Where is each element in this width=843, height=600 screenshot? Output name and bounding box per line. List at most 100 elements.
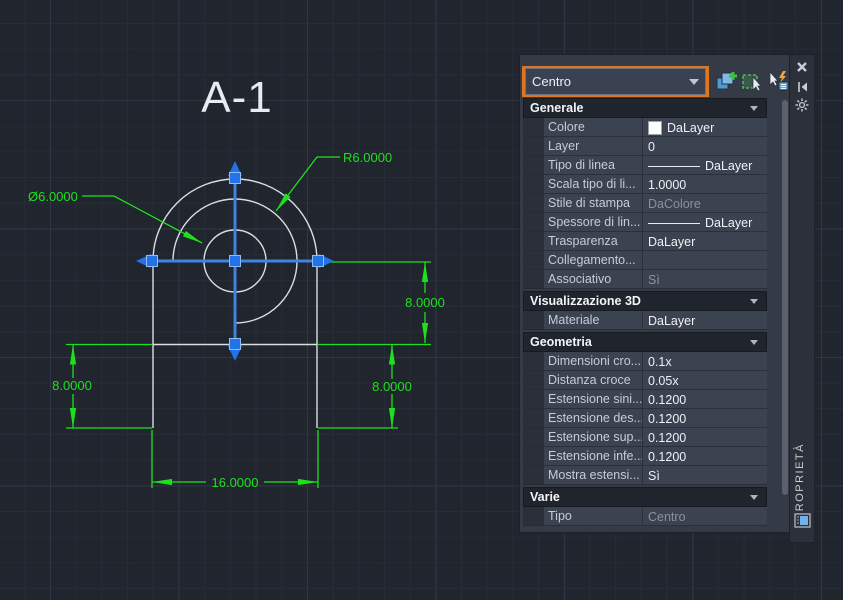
properties-palette-icon[interactable] — [794, 513, 811, 528]
section-header-generale[interactable]: Generale — [523, 98, 767, 118]
grip-left[interactable] — [146, 255, 158, 267]
property-value[interactable]: 0 — [643, 137, 767, 156]
property-value[interactable]: 0.1x — [643, 352, 767, 371]
auto-hide-icon[interactable] — [795, 80, 809, 94]
section-title: Varie — [530, 490, 560, 504]
property-value[interactable]: DaLayer — [643, 118, 767, 137]
chevron-down-icon[interactable] — [750, 339, 758, 345]
property-label: Estensione sup... — [544, 428, 643, 447]
property-label: Materiale — [544, 311, 643, 330]
palette-title-bar[interactable]: PROPRIETÀ — [790, 55, 814, 542]
property-label: Trasparenza — [544, 232, 643, 251]
toggle-pickadd-icon[interactable] — [714, 69, 738, 93]
property-value: Centro — [643, 507, 767, 526]
property-value[interactable]: DaLayer — [643, 156, 767, 175]
chevron-down-icon[interactable] — [750, 494, 758, 500]
property-value[interactable]: 0.1200 — [643, 447, 767, 466]
property-row-estensione-inferiore[interactable]: Estensione infe... 0.1200 — [523, 447, 767, 466]
property-label: Scala tipo di li... — [544, 175, 643, 194]
property-row-distanza-croce[interactable]: Distanza croce 0.05x — [523, 371, 767, 390]
property-row-stile-di-stampa[interactable]: Stile di stampa DaColore — [523, 194, 767, 213]
properties-palette: Centro Generale Colore DaLayer Layer 0 T… — [520, 55, 790, 532]
property-value[interactable]: Sì — [643, 466, 767, 485]
dim-diameter-text[interactable]: Ø6.0000 — [28, 189, 78, 204]
property-label: Distanza croce — [544, 371, 643, 390]
radius-leader[interactable] — [275, 156, 340, 212]
property-value[interactable]: DaLayer — [643, 311, 767, 330]
grip-top[interactable] — [229, 172, 241, 184]
property-label: Estensione sini... — [544, 390, 643, 409]
dim-right-bottom-text[interactable]: 8.0000 — [372, 379, 412, 394]
property-row-mostra-estensioni[interactable]: Mostra estensi... Sì — [523, 466, 767, 485]
property-label: Dimensioni cro... — [544, 352, 643, 371]
property-row-estensione-sinistra[interactable]: Estensione sini... 0.1200 — [523, 390, 767, 409]
chevron-down-icon[interactable] — [750, 105, 758, 111]
scrollbar-thumb[interactable] — [782, 100, 788, 495]
property-row-collegamento[interactable]: Collegamento... — [523, 251, 767, 270]
color-swatch — [648, 121, 662, 135]
property-label: Estensione des... — [544, 409, 643, 428]
property-value: Sì — [643, 270, 767, 289]
property-value[interactable] — [643, 251, 767, 270]
property-label: Spessore di lin... — [544, 213, 643, 232]
property-value[interactable]: DaLayer — [643, 232, 767, 251]
property-value: DaColore — [643, 194, 767, 213]
property-row-tipo[interactable]: Tipo Centro — [523, 507, 767, 526]
section-header-geometria[interactable]: Geometria — [523, 332, 767, 352]
property-row-colore[interactable]: Colore DaLayer — [523, 118, 767, 137]
property-row-materiale[interactable]: Materiale DaLayer — [523, 311, 767, 330]
grip-right[interactable] — [312, 255, 324, 267]
property-label: Stile di stampa — [544, 194, 643, 213]
property-label: Tipo — [544, 507, 643, 526]
select-objects-icon[interactable] — [740, 69, 764, 93]
linetype-glyph — [648, 165, 700, 167]
center-mark-selected[interactable] — [136, 161, 334, 361]
property-value[interactable]: DaLayer — [643, 213, 767, 232]
property-value[interactable]: 1.0000 — [643, 175, 767, 194]
chevron-down-icon[interactable] — [689, 78, 699, 85]
property-row-associativo[interactable]: Associativo Sì — [523, 270, 767, 289]
settings-icon[interactable] — [795, 98, 809, 112]
view-title: A-1 — [201, 73, 272, 122]
dim-left-text[interactable]: 8.0000 — [52, 378, 92, 393]
property-row-scala-tipo-di-linea[interactable]: Scala tipo di li... 1.0000 — [523, 175, 767, 194]
property-value[interactable]: 0.1200 — [643, 390, 767, 409]
palette-title: PROPRIETÀ — [794, 443, 806, 521]
dim-radius-text[interactable]: R6.0000 — [343, 150, 392, 165]
dim-right-top-text[interactable]: 8.0000 — [405, 295, 445, 310]
property-row-estensione-destra[interactable]: Estensione des... 0.1200 — [523, 409, 767, 428]
property-value[interactable]: 0.1200 — [643, 409, 767, 428]
property-value[interactable]: 0.1200 — [643, 428, 767, 447]
chevron-down-icon[interactable] — [750, 298, 758, 304]
section-title: Geometria — [530, 335, 592, 349]
property-row-spessore-di-linea[interactable]: Spessore di lin... DaLayer — [523, 213, 767, 232]
property-row-trasparenza[interactable]: Trasparenza DaLayer — [523, 232, 767, 251]
property-value[interactable]: 0.05x — [643, 371, 767, 390]
close-icon[interactable] — [795, 60, 809, 74]
object-type-dropdown[interactable]: Centro — [522, 66, 709, 97]
object-type-value: Centro — [532, 74, 572, 89]
property-row-estensione-superiore[interactable]: Estensione sup... 0.1200 — [523, 428, 767, 447]
lineweight-glyph — [648, 222, 700, 224]
section-header-varie[interactable]: Varie — [523, 487, 767, 507]
section-title: Generale — [530, 101, 584, 115]
property-label: Collegamento... — [544, 251, 643, 270]
property-label: Layer — [544, 137, 643, 156]
property-label: Associativo — [544, 270, 643, 289]
section-title: Visualizzazione 3D — [530, 294, 641, 308]
property-row-tipo-di-linea[interactable]: Tipo di linea DaLayer — [523, 156, 767, 175]
grip-bottom[interactable] — [229, 338, 241, 350]
property-label: Tipo di linea — [544, 156, 643, 175]
dimension-lines[interactable] — [66, 156, 431, 488]
quick-select-icon[interactable] — [766, 69, 790, 93]
grip-center[interactable] — [229, 255, 241, 267]
property-label: Colore — [544, 118, 643, 137]
property-row-layer[interactable]: Layer 0 — [523, 137, 767, 156]
property-row-dimensioni-croce[interactable]: Dimensioni cro... 0.1x — [523, 352, 767, 371]
property-grid: Generale Colore DaLayer Layer 0 Tipo di … — [523, 98, 767, 526]
section-header-visualizzazione-3d[interactable]: Visualizzazione 3D — [523, 291, 767, 311]
object-type-dropdown-inner[interactable]: Centro — [525, 68, 706, 95]
property-label: Mostra estensi... — [544, 466, 643, 485]
dim-width-text[interactable]: 16.0000 — [212, 475, 259, 490]
diameter-leader[interactable] — [82, 195, 203, 244]
